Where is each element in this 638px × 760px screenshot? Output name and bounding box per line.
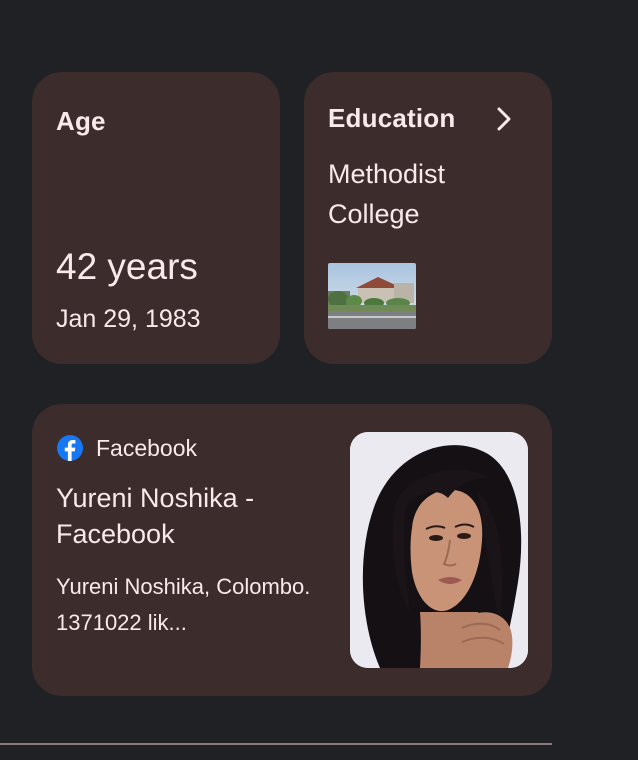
age-card[interactable]: Age 42 years Jan 29, 1983 — [32, 72, 280, 364]
divider — [0, 743, 552, 745]
source-row[interactable]: Facebook — [56, 434, 197, 462]
education-value[interactable]: Methodist College — [328, 154, 528, 234]
result-title[interactable]: Yureni Noshika - Facebook — [56, 480, 316, 552]
birth-date: Jan 29, 1983 — [56, 305, 201, 333]
education-heading: Education — [328, 103, 456, 133]
age-value: 42 years — [56, 246, 198, 287]
education-card[interactable]: Education Methodist College — [304, 72, 552, 364]
college-building-photo[interactable] — [328, 263, 416, 329]
result-snippet: Yureni Noshika, Colombo. 1371022 lik... — [56, 574, 311, 635]
facebook-card[interactable]: Facebook Yureni Noshika - Facebook Yuren… — [32, 404, 552, 696]
facebook-icon — [57, 435, 83, 461]
profile-photo[interactable] — [350, 432, 528, 668]
age-heading: Age — [56, 106, 106, 136]
knowledge-panel: Age 42 years Jan 29, 1983 Education Meth… — [0, 0, 638, 760]
source-label: Facebook — [96, 434, 198, 461]
chevron-right-icon[interactable] — [494, 106, 516, 132]
